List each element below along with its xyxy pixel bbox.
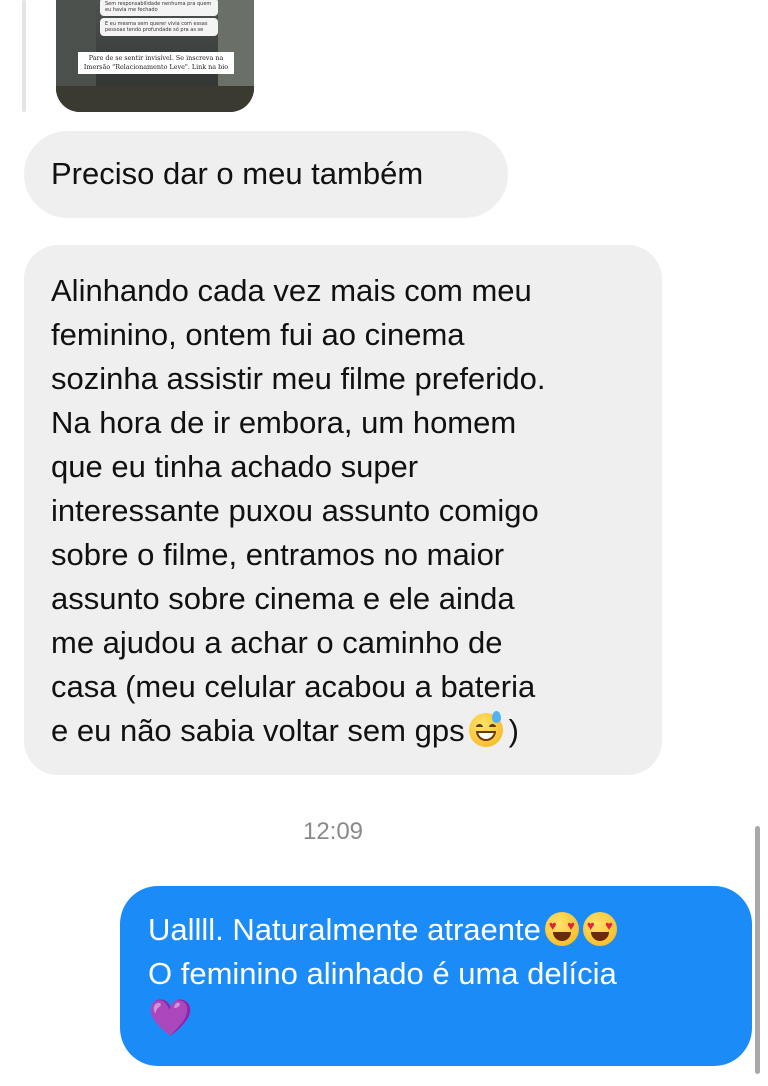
message-line: sobre o filme, entramos no maior <box>51 537 505 572</box>
message-line: me ajudou a achar o caminho de <box>51 625 503 660</box>
message-line: e eu não sabia voltar sem gps <box>51 713 465 748</box>
message-line-last: e eu não sabia voltar sem gps) <box>51 709 635 753</box>
thumbnail-ground <box>56 86 254 112</box>
message-timestamp: 12:09 <box>302 818 364 845</box>
message-line: Alinhando cada vez mais com meu <box>51 273 532 308</box>
message-bubble-incoming[interactable]: Alinhando cada vez mais com meu feminino… <box>24 245 662 775</box>
message-line: que eu tinha achado super <box>51 449 419 484</box>
message-line: interessante puxou assunto comigo <box>51 493 539 528</box>
story-caption: Pare de se sentir invisível. Se inscreva… <box>78 52 234 74</box>
message-bubble-incoming[interactable]: Preciso dar o meu também <box>24 131 508 218</box>
message-line: Na hora de ir embora, um homem <box>51 405 517 440</box>
story-text-bubble: E eu mesma sem querer vivia com essas pe… <box>100 18 218 36</box>
message-bubble-outgoing[interactable]: Uallll. Naturalmente atraente ♥ ♥ ♥ ♥ O femi… <box>120 886 752 1066</box>
message-line: feminino, ontem fui ao cinema <box>51 317 465 352</box>
heart-eyes-icon: ♥ ♥ <box>582 912 617 946</box>
heart-eyes-icon: ♥ ♥ <box>544 912 579 946</box>
message-line: assunto sobre cinema e ele ainda <box>51 581 515 616</box>
message-line: casa (meu celular acabou a bateria <box>51 669 536 704</box>
story-reply-thumbnail[interactable]: Sem responsabilidade nenhuma pra quem eu… <box>56 0 254 112</box>
message-line: Uallll. Naturalmente atraente <box>148 912 541 947</box>
message-text: Preciso dar o meu também <box>51 156 424 191</box>
message-closing-paren: ) <box>508 713 519 748</box>
reply-indicator-line <box>22 0 26 112</box>
scrollbar[interactable] <box>755 826 760 1074</box>
purple-heart-icon: 💜 <box>148 997 193 1038</box>
story-text-bubble: Sem responsabilidade nenhuma pra quem eu… <box>100 0 218 16</box>
message-line: sozinha assistir meu filme preferido. <box>51 361 546 396</box>
message-line-emoji: 💜 <box>148 996 724 1042</box>
message-line: O feminino alinhado é uma delícia <box>148 956 617 991</box>
message-line-first: Uallll. Naturalmente atraente ♥ ♥ ♥ ♥ <box>148 908 724 952</box>
grinning-face-with-sweat-icon <box>468 711 503 747</box>
